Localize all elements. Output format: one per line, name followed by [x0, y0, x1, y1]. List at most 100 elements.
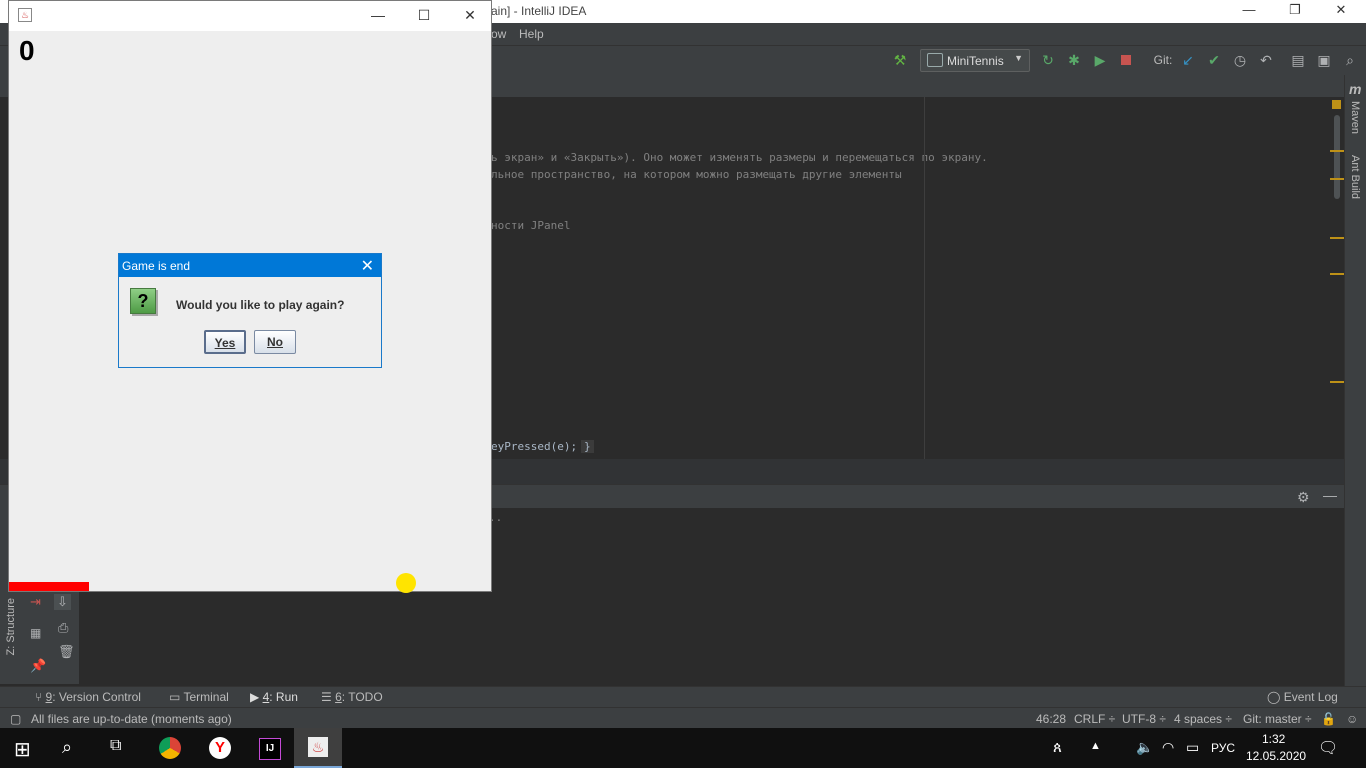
notifications-icon[interactable]: 🗨: [1318, 738, 1338, 758]
chevron-down-icon: ▼: [1014, 53, 1023, 63]
code-line: ь экран» и «Закрыть»). Оно может изменят…: [491, 151, 988, 164]
exit-icon[interactable]: ⇥: [30, 594, 41, 610]
menu-window[interactable]: ow: [491, 27, 506, 41]
no-button[interactable]: No: [254, 330, 296, 354]
layout-icon[interactable]: ▦: [30, 626, 41, 640]
dialog-title-bar: Game is end ✕: [119, 254, 381, 277]
maven-tab[interactable]: Maven: [1349, 101, 1361, 134]
coverage-icon[interactable]: ▶: [1092, 52, 1108, 68]
search-icon[interactable]: ⌕: [62, 737, 72, 758]
ide-title: ain] - IntelliJ IDEA: [491, 4, 587, 18]
rerun-icon[interactable]: ↻: [1040, 52, 1056, 68]
game-over-dialog: Game is end ✕ ? Would you like to play a…: [118, 253, 382, 368]
yandex-icon: Y: [209, 737, 231, 759]
caret-position[interactable]: 46:28: [1036, 712, 1066, 726]
java-icon: ♨: [18, 8, 32, 22]
trash-icon[interactable]: 🗑: [58, 644, 75, 660]
battery-icon[interactable]: ▭: [1186, 739, 1199, 756]
git-label: Git:: [1153, 53, 1173, 67]
chrome-icon: [159, 737, 181, 759]
hide-icon[interactable]: —: [1323, 487, 1337, 503]
wifi-icon[interactable]: ◠: [1162, 739, 1174, 756]
print-icon[interactable]: ⎙: [58, 620, 68, 636]
warning-mark[interactable]: [1330, 178, 1344, 180]
taskbar-app-chrome[interactable]: [146, 728, 194, 768]
paddle[interactable]: [9, 582, 89, 591]
clock-time[interactable]: 1:32: [1262, 732, 1285, 746]
game-title-bar: ♨ — ☐ ✕: [9, 1, 491, 31]
tab-todo[interactable]: ☰ 6: TODO: [321, 690, 383, 704]
question-icon: ?: [130, 288, 156, 314]
status-message: All files are up-to-date (moments ago): [31, 712, 232, 726]
pin-icon[interactable]: 📌: [30, 658, 46, 674]
restore-button[interactable]: ❐: [1272, 2, 1318, 20]
intellij-icon: IJ: [259, 738, 281, 760]
stop-icon[interactable]: [1118, 52, 1134, 68]
code-line: ности JPanel: [491, 219, 571, 232]
line-separator[interactable]: CRLF ÷: [1074, 712, 1115, 726]
scrollbar-thumb[interactable]: [1334, 115, 1340, 199]
language-indicator[interactable]: РУС: [1211, 741, 1235, 755]
lock-icon[interactable]: 🔓: [1321, 712, 1336, 726]
minimize-button[interactable]: —: [355, 7, 401, 25]
event-log-tab[interactable]: ◯ Event Log: [1267, 690, 1338, 704]
status-toggle-icon[interactable]: ▢: [10, 712, 21, 726]
dialog-message: Would you like to play again?: [176, 298, 345, 312]
warning-indicator[interactable]: [1332, 100, 1341, 109]
indent-setting[interactable]: 4 spaces ÷: [1174, 712, 1232, 726]
ball: [396, 573, 416, 593]
git-update-icon[interactable]: ↙: [1180, 52, 1196, 68]
ant-build-tab[interactable]: Ant Build: [1349, 155, 1361, 199]
taskbar-app-intellij[interactable]: IJ: [245, 728, 293, 768]
project-structure-icon[interactable]: ▤: [1290, 52, 1306, 68]
taskbar: ⊞ ⌕ ⧉ Y IJ ♨ ጰ ▲ 🔈 ◠ ▭ РУС 1:32 12.05.20…: [0, 728, 1366, 768]
warning-mark[interactable]: [1330, 237, 1344, 239]
right-margin-guide: [924, 97, 925, 459]
search-icon[interactable]: ⌕: [1342, 52, 1358, 68]
taskbar-app-java[interactable]: ♨: [294, 728, 342, 768]
git-commit-icon[interactable]: ✔: [1206, 52, 1222, 68]
code-brace: }: [581, 440, 594, 453]
task-view-icon[interactable]: ⧉: [110, 737, 121, 755]
structure-tab[interactable]: Z: Structure: [5, 598, 17, 655]
code-line: eyPressed(e);: [491, 440, 578, 453]
people-icon[interactable]: ጰ: [1053, 739, 1062, 756]
minimize-button[interactable]: —: [1226, 2, 1272, 20]
clock-date[interactable]: 12.05.2020: [1246, 749, 1306, 763]
java-icon: ♨: [308, 737, 328, 757]
tab-version-control[interactable]: ⑂ 9: Version Control: [35, 690, 141, 704]
maven-icon[interactable]: m: [1349, 81, 1361, 97]
run-config-label: MiniTennis: [947, 54, 1004, 68]
status-bar: ▢ All files are up-to-date (moments ago)…: [0, 707, 1366, 729]
close-button[interactable]: ✕: [1318, 2, 1364, 20]
windows-start-icon[interactable]: ⊞: [14, 737, 31, 762]
tab-run[interactable]: ▶ 4: Run: [250, 690, 298, 704]
history-icon[interactable]: ◷: [1232, 52, 1248, 68]
file-encoding[interactable]: UTF-8 ÷: [1122, 712, 1166, 726]
git-branch[interactable]: Git: master ÷: [1243, 712, 1312, 726]
scroll-to-end-icon[interactable]: ⇩: [54, 594, 71, 610]
close-icon[interactable]: ✕: [361, 256, 374, 276]
chevron-up-icon[interactable]: ▲: [1090, 740, 1101, 752]
run-config-selector[interactable]: MiniTennis ▼: [920, 49, 1030, 72]
dialog-title: Game is end: [122, 259, 191, 273]
volume-icon[interactable]: 🔈: [1136, 739, 1153, 756]
maximize-button[interactable]: ☐: [401, 7, 447, 25]
code-line: льное пространство, на котором можно раз…: [491, 168, 902, 181]
build-hammer-icon[interactable]: ⚒: [892, 52, 908, 68]
layout-icon[interactable]: ▣: [1316, 52, 1332, 68]
debug-icon[interactable]: ✱: [1066, 52, 1082, 68]
menu-help[interactable]: Help: [519, 27, 544, 41]
run-config-icon: [927, 53, 943, 67]
yes-button[interactable]: Yes: [204, 330, 246, 354]
gear-icon[interactable]: ⚙: [1297, 489, 1310, 506]
warning-mark[interactable]: [1330, 150, 1344, 152]
revert-icon[interactable]: ↶: [1258, 52, 1274, 68]
taskbar-app-yandex[interactable]: Y: [196, 728, 244, 768]
tab-terminal[interactable]: ▭ Terminal: [169, 690, 229, 704]
warning-mark[interactable]: [1330, 273, 1344, 275]
warning-mark[interactable]: [1330, 381, 1344, 383]
close-button[interactable]: ✕: [447, 7, 493, 25]
inspector-icon[interactable]: ☺: [1346, 712, 1358, 726]
score-label: 0: [19, 35, 35, 66]
